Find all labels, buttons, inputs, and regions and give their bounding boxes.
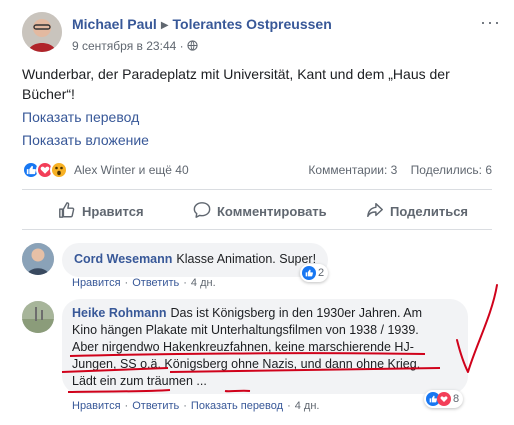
post-stats: Комментарии: 3 Поделились: 6 [298,163,492,177]
separator-dot: · [183,400,187,412]
comment-label: Комментировать [217,203,327,219]
comments-count[interactable]: Комментарии: 3 [308,163,397,177]
reaction-count: 8 [453,393,460,405]
author-name[interactable]: Michael Paul [72,16,157,32]
share-arrow-icon [366,201,390,222]
divider [22,229,492,230]
show-translation-link[interactable]: Показать перевод [22,109,139,125]
commenter-avatar[interactable] [22,243,54,275]
post-author-line: Michael Paul ▶ Tolerantes Ostpreussen [72,16,332,32]
separator-dot: · [179,39,187,53]
love-reaction-icon [437,392,451,406]
comment-text-line: Jungen, SS o.ä. Königsberg ohne Nazis, u… [72,357,421,371]
commenter-name[interactable]: Cord Wesemann [74,252,172,266]
separator-dot: · [124,277,129,289]
commenter-avatar[interactable] [22,301,54,333]
commenter-name[interactable]: Heike Rohmann [72,306,166,320]
separator-dot: · [183,277,187,289]
like-reaction-icon [302,266,316,280]
share-label: Поделиться [390,203,469,219]
thumbs-up-icon [58,201,82,222]
more-options-icon[interactable]: ··· [480,12,501,33]
comment-button[interactable]: Комментировать [193,200,327,222]
comment-actions: Нравится · Ответить · 4 дн. [72,277,216,289]
comment-translate-link[interactable]: Показать перевод [191,400,283,412]
reactions-names[interactable]: Alex Winter и ещё 40 [74,163,189,177]
comment-time[interactable]: 4 дн. [191,277,216,289]
author-avatar[interactable] [22,12,62,52]
globe-icon [187,39,198,53]
comment-like-link[interactable]: Нравится [72,277,121,289]
group-name[interactable]: Tolerantes Ostpreussen [173,16,332,32]
comment-reply-link[interactable]: Ответить [132,277,179,289]
comment-bubble: Heike Rohmann Das ist Königsberg in den 1… [62,299,468,394]
post-text: Wunderbar, der Paradeplatz mit Universit… [22,66,450,102]
comment-text-line: Das ist Königsberg in den 1930er Jahren.… [170,306,423,320]
like-button[interactable]: Нравится [58,200,144,222]
shares-count[interactable]: Поделились: 6 [411,163,492,177]
separator-dot: · [287,400,291,412]
comment-text-line: Lädt ein zum träumen ... [72,374,207,388]
comment-text: Klasse Animation. Super! [176,252,317,266]
show-attachment-link[interactable]: Показать вложение [22,132,149,148]
comment-actions: Нравится · Ответить · Показать перевод · 4 дн. [72,400,319,412]
reactions-summary[interactable]: Alex Winter и ещё 40 [22,161,189,179]
arrow-right-icon: ▶ [160,20,169,31]
divider [22,189,492,190]
comment-like-link[interactable]: Нравится [72,400,121,412]
speech-bubble-icon [193,201,217,222]
comment-bubble: Cord Wesemann Klasse Animation. Super! [62,243,329,277]
comment-text-line: Kino hängen Plakate mit Unterhaltungsfil… [72,323,419,337]
like-label: Нравится [82,203,144,219]
comment-reactions-badge[interactable]: 2 [300,264,329,282]
wow-reaction-icon [50,161,68,179]
comment-time[interactable]: 4 дн. [295,400,320,412]
separator-dot: · [124,400,129,412]
comment-text-line: Aber nirgendwo Hakenkreuzfahnen, keine m… [72,340,414,354]
post-date[interactable]: 9 сентября в 23:44 [72,39,176,53]
comment-reactions-badge[interactable]: 8 [424,390,464,408]
comment-reply-link[interactable]: Ответить [132,400,179,412]
reaction-count: 2 [318,267,325,279]
post-meta: 9 сентября в 23:44 · [72,39,198,53]
share-button[interactable]: Поделиться [366,200,468,222]
